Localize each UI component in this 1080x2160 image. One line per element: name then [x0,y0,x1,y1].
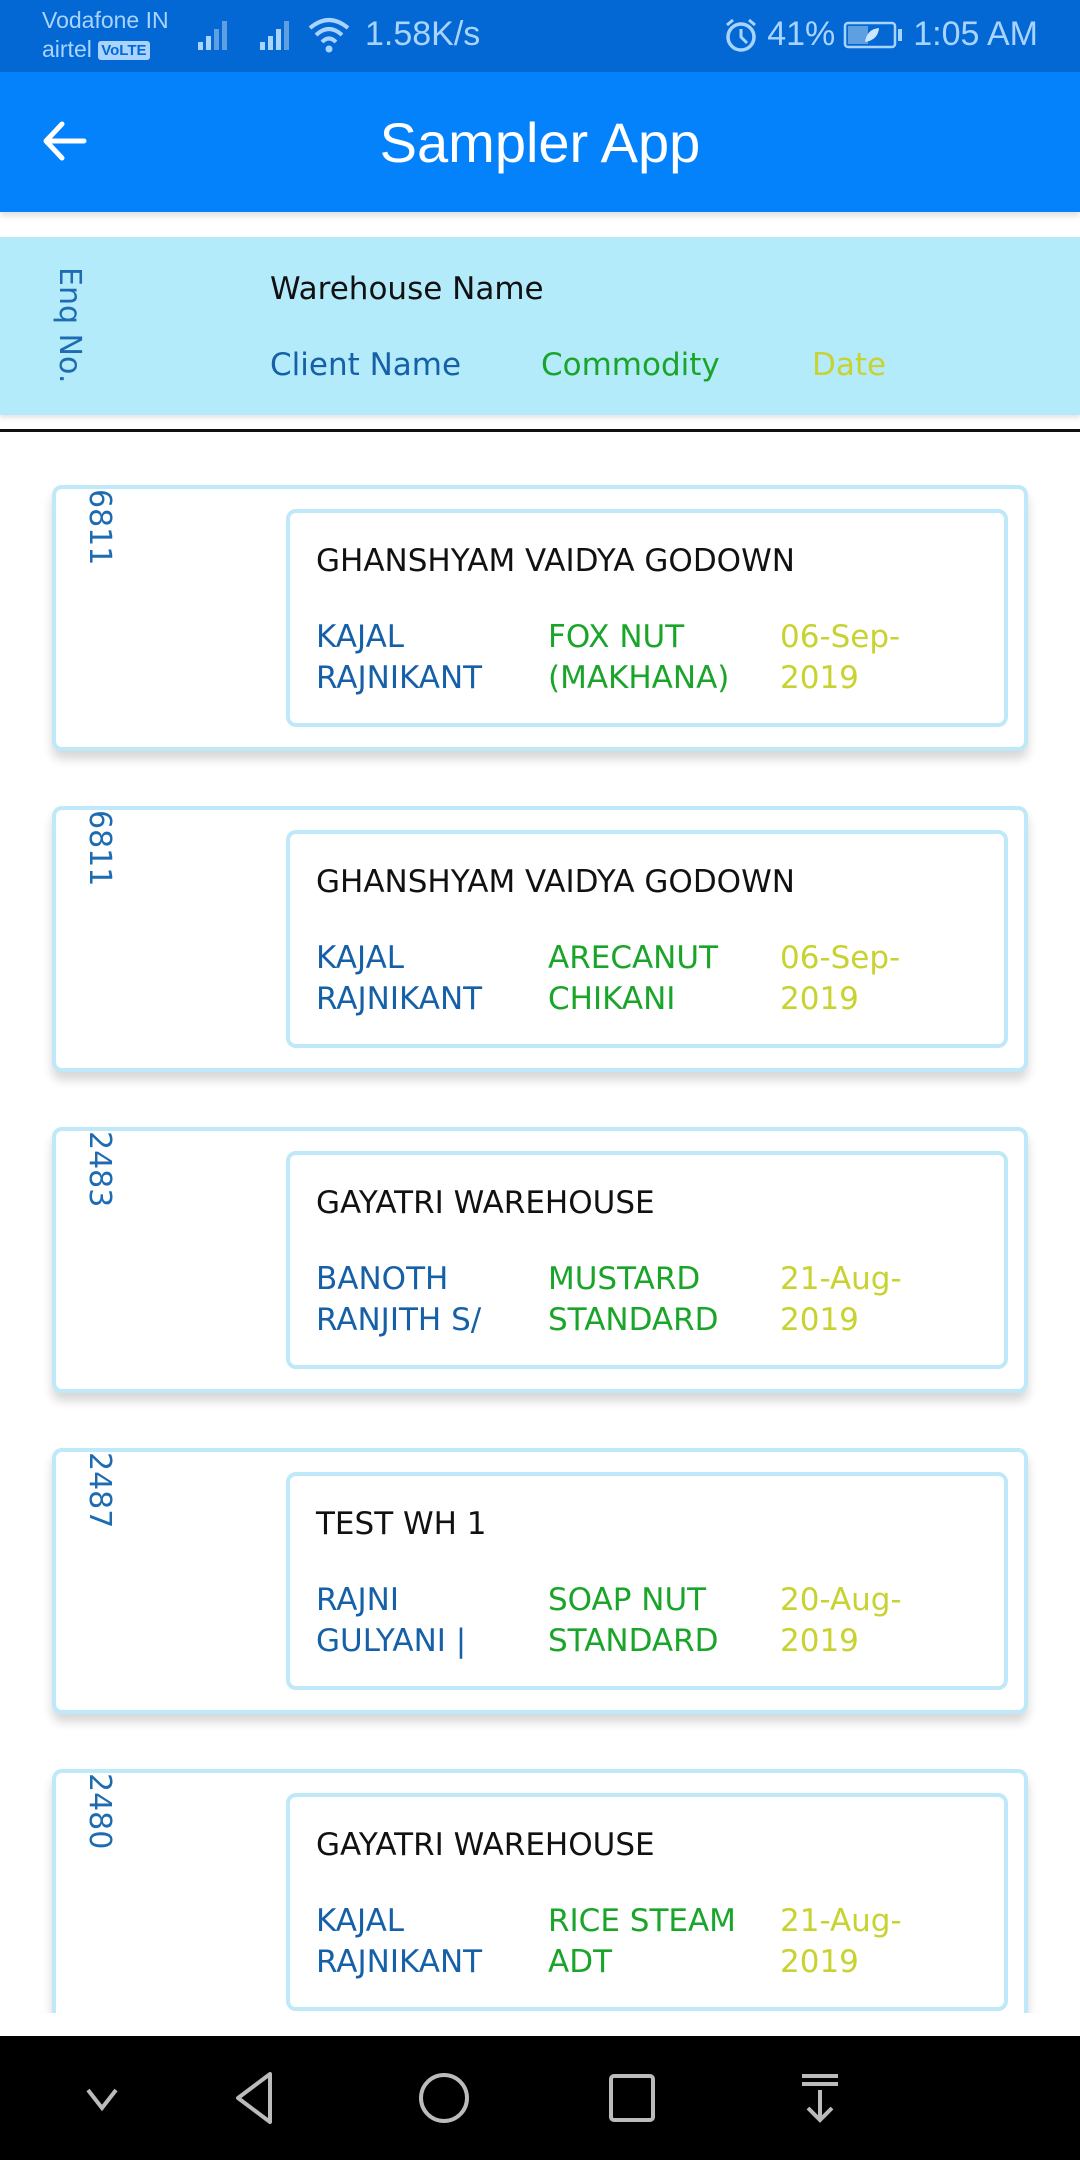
recents-square-icon [609,2074,655,2122]
record-details: GAYATRI WAREHOUSE KAJAL RAJNIKANT RICE STE… [286,1793,1008,2011]
notification-pull-icon [802,2074,838,2123]
notification-nav-button[interactable] [788,2066,852,2130]
record-details: GHANSHYAM VAIDYA GODOWN KAJAL RAJNIKANT FO… [286,509,1008,727]
client-name: KAJAL RAJNIKANT [316,1903,483,1980]
header-divider [0,429,1080,432]
carrier-info: Vodafone IN airtel VoLTE [42,6,169,64]
battery-icon [844,21,903,48]
battery-percent: 41% [767,15,836,53]
record-card[interactable]: 2487 TEST WH 1 RAJNI GULYANI | SOAP NUT STA… [52,1448,1028,1714]
enq-number: 6811 [82,489,117,747]
enq-number: 2487 [82,1452,117,1710]
commodity: FOX NUT (MAKHANA) [548,619,730,696]
enq-number: 2483 [82,1131,117,1389]
enq-number-text: 6811 [82,489,117,566]
chevron-down-icon [86,2088,118,2112]
warehouse-name: GAYATRI WAREHOUSE [316,1185,655,1221]
commodity: SOAP NUT STANDARD [548,1582,719,1659]
commodity: MUSTARD STANDARD [548,1261,719,1338]
record-card[interactable]: 6811 GHANSHYAM VAIDYA GODOWN KAJAL RAJNIKA… [52,806,1028,1072]
record-details: TEST WH 1 RAJNI GULYANI | SOAP NUT STANDAR… [286,1472,1008,1690]
header-enq-no: Enq No. [52,267,87,384]
warehouse-name: GAYATRI WAREHOUSE [316,1827,655,1863]
warehouse-name: TEST WH 1 [316,1506,487,1542]
signal-icon [260,21,289,50]
volte-badge: VoLTE [98,41,150,60]
warehouse-name: GHANSHYAM VAIDYA GODOWN [316,543,795,579]
commodity: ARECANUT CHIKANI [548,940,719,1017]
commodity: RICE STEAM ADT [548,1903,736,1980]
date: 20-Aug- 2019 [780,1582,902,1659]
record-details: GAYATRI WAREHOUSE BANOTH RANJITH S/MUSTAR… [286,1151,1008,1369]
header-commodity: Commodity [541,347,720,383]
enq-number: 2480 [82,1773,117,2013]
back-nav-button[interactable] [224,2066,288,2130]
navigation-bar [0,2036,1080,2160]
recents-nav-button[interactable] [600,2066,664,2130]
date: 06-Sep- 2019 [780,619,901,696]
enq-number-text: 2480 [82,1773,117,1850]
carrier-1: Vodafone IN [42,7,169,33]
wifi-icon [308,18,350,53]
enq-number-text: 2487 [82,1452,117,1529]
record-list[interactable]: 6811 GHANSHYAM VAIDYA GODOWN KAJAL RAJNIKA… [0,440,1080,2013]
home-circle-icon [419,2073,469,2123]
clock: 1:05 AM [913,15,1038,53]
record-card[interactable]: 6811 GHANSHYAM VAIDYA GODOWN KAJAL RAJNIKA… [52,485,1028,751]
date: 06-Sep- 2019 [780,940,901,1017]
carrier-2: airtel [42,36,92,62]
header-client-name: Client Name [270,347,462,383]
client-name: KAJAL RAJNIKANT [316,619,483,696]
list-header: Enq No. Warehouse Name Client Name Commo… [0,237,1080,415]
date: 21-Aug- 2019 [780,1261,902,1338]
date: 21-Aug- 2019 [780,1903,902,1980]
record-card[interactable]: 2483 GAYATRI WAREHOUSE BANOTH RANJITH S/MU… [52,1127,1028,1393]
header-warehouse-name: Warehouse Name [270,271,544,307]
status-bar: Vodafone IN airtel VoLTE 1.58K/s 41% 1:0… [0,0,1080,72]
back-triangle-icon [236,2072,272,2124]
app-title: Sampler App [379,111,701,174]
record-details: GHANSHYAM VAIDYA GODOWN KAJAL RAJNIKANT AR… [286,830,1008,1048]
status-right: 41% 1:05 AM [723,15,1038,54]
client-name: RAJNI GULYANI | [316,1582,467,1659]
network-speed: 1.58K/s [365,15,481,53]
client-name: KAJAL RAJNIKANT [316,940,483,1017]
enq-number-text: 2483 [82,1131,117,1208]
record-card[interactable]: 2480 GAYATRI WAREHOUSE KAJAL RAJNIKANT RICE… [52,1769,1028,2013]
enq-number: 6811 [82,810,117,1068]
app-bar: Sampler App [0,72,1080,212]
header-date: Date [812,347,887,383]
warehouse-name: GHANSHYAM VAIDYA GODOWN [316,864,795,900]
alarm-icon [726,18,757,52]
hide-nav-button[interactable] [70,2066,134,2130]
enq-number-text: 6811 [82,810,117,887]
client-name: BANOTH RANJITH S/ [316,1261,482,1338]
signal-icon [198,21,227,50]
home-nav-button[interactable] [412,2066,476,2130]
